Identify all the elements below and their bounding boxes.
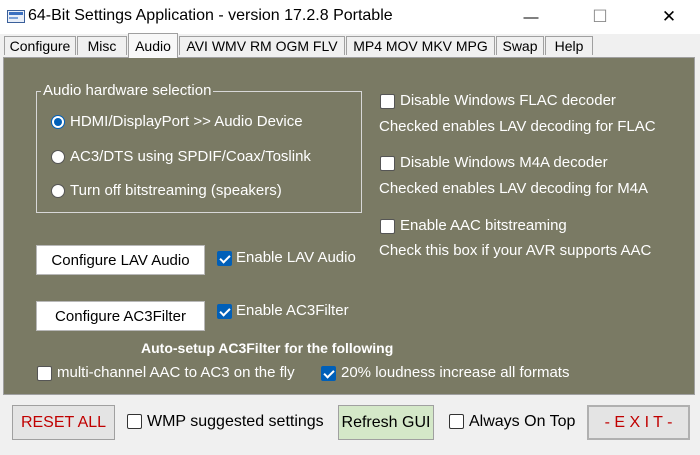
tab-mp4-mov-mkv-mpg[interactable]: MP4 MOV MKV MPG (346, 36, 495, 55)
wmp-settings-label[interactable]: WMP suggested settings (147, 413, 324, 431)
autosetup-heading: Auto-setup AC3Filter for the following (141, 340, 394, 356)
radio-hdmi-label[interactable]: HDMI/DisplayPort >> Audio Device (70, 113, 303, 130)
radio-ac3-dts-label[interactable]: AC3/DTS using SPDIF/Coax/Toslink (70, 148, 311, 165)
reset-all-button[interactable]: RESET ALL (12, 405, 115, 440)
m4a-label[interactable]: Disable Windows M4A decoder (400, 154, 608, 171)
aac-bitstream-checkbox[interactable] (380, 219, 395, 234)
close-button[interactable]: ✕ (646, 0, 692, 34)
radio-hdmi[interactable] (51, 115, 65, 129)
minimize-button[interactable]: — (508, 0, 554, 34)
radio-bitstream-off[interactable] (51, 184, 65, 198)
configure-ac3filter-button[interactable]: Configure AC3Filter (36, 301, 205, 331)
m4a-note: Checked enables LAV decoding for M4A (379, 180, 649, 197)
enable-ac3filter-checkbox[interactable] (217, 304, 232, 319)
multichannel-aac-checkbox[interactable] (37, 366, 52, 381)
always-on-top-checkbox[interactable] (449, 414, 464, 429)
multichannel-aac-label[interactable]: multi-channel AAC to AC3 on the fly (57, 364, 295, 381)
audio-hardware-group-label: Audio hardware selection (41, 82, 214, 99)
tab-swap[interactable]: Swap (496, 36, 544, 55)
tab-configure[interactable]: Configure (4, 36, 76, 55)
radio-ac3-dts[interactable] (51, 150, 65, 164)
configure-lav-audio-button[interactable]: Configure LAV Audio (36, 245, 205, 275)
exit-button[interactable]: - E X I T - (587, 405, 690, 440)
flac-label[interactable]: Disable Windows FLAC decoder (400, 92, 616, 109)
flac-checkbox[interactable] (380, 94, 395, 109)
refresh-gui-button[interactable]: Refresh GUI (338, 405, 434, 440)
tab-audio[interactable]: Audio (128, 33, 178, 58)
tab-help[interactable]: Help (545, 36, 593, 55)
enable-ac3filter-label[interactable]: Enable AC3Filter (236, 302, 349, 319)
aac-bitstream-note: Check this box if your AVR supports AAC (379, 242, 652, 259)
loudness-label[interactable]: 20% loudness increase all formats (341, 364, 569, 381)
enable-lav-audio-checkbox[interactable] (217, 251, 232, 266)
wmp-settings-checkbox[interactable] (127, 414, 142, 429)
app-icon (7, 10, 25, 23)
tab-avi-wmv-rm-ogm-flv[interactable]: AVI WMV RM OGM FLV (179, 36, 345, 55)
flac-note: Checked enables LAV decoding for FLAC (379, 118, 656, 135)
radio-bitstream-off-label[interactable]: Turn off bitstreaming (speakers) (70, 182, 282, 199)
aac-bitstream-label[interactable]: Enable AAC bitstreaming (400, 217, 567, 234)
m4a-checkbox[interactable] (380, 156, 395, 171)
enable-lav-audio-label[interactable]: Enable LAV Audio (236, 249, 356, 266)
loudness-checkbox[interactable] (321, 366, 336, 381)
window-title: 64-Bit Settings Application - version 17… (28, 7, 393, 24)
always-on-top-label[interactable]: Always On Top (469, 413, 575, 431)
maximize-button[interactable]: ☐ (577, 0, 623, 34)
tab-misc[interactable]: Misc (77, 36, 127, 55)
